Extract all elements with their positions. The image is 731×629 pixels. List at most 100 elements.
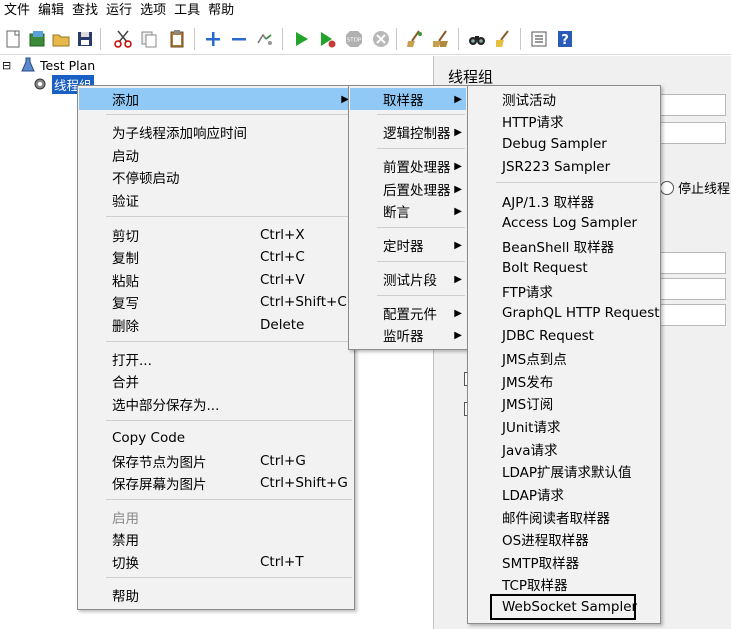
stop-icon[interactable]: STOP (343, 28, 365, 50)
templates-icon[interactable] (26, 28, 48, 50)
expand-icon[interactable] (202, 28, 224, 50)
sampler-item[interactable]: AJP/1.3 取样器 (469, 190, 659, 212)
sampler-item[interactable]: LDAP请求 (469, 483, 659, 505)
submenu-arrow-icon: ▶ (454, 329, 462, 341)
menu-edit[interactable]: 编辑 (34, 0, 68, 22)
sampler-item[interactable]: JMS发布 (469, 370, 659, 392)
menu-run[interactable]: 运行 (102, 0, 136, 22)
menu-help[interactable]: 帮助 (204, 0, 238, 22)
menu-item-save-selection-as[interactable]: 选中部分保存为... (79, 393, 353, 415)
submenu-item-logic-controller[interactable]: 逻辑控制器 ▶ (350, 121, 466, 143)
new-icon[interactable] (2, 28, 24, 50)
submenu-arrow-icon: ▶ (454, 205, 462, 217)
sampler-item[interactable]: JDBC Request (469, 325, 659, 347)
submenu-item-test-fragment[interactable]: 测试片段 ▶ (350, 268, 466, 290)
menu-item-toggle[interactable]: 切换 Ctrl+T (79, 551, 353, 573)
sampler-item[interactable]: 测试活动 (469, 88, 659, 110)
function-helper-icon[interactable] (528, 28, 550, 50)
clear-icon[interactable] (404, 28, 426, 50)
submenu-item-config-element[interactable]: 配置元件 ▶ (350, 302, 466, 324)
sampler-item[interactable]: Access Log Sampler (469, 212, 659, 234)
tree-node-label: Test Plan (40, 57, 96, 73)
submenu-item-timer[interactable]: 定时器 ▶ (350, 234, 466, 256)
sampler-item[interactable]: LDAP扩展请求默认值 (469, 460, 659, 482)
cut-icon[interactable] (112, 28, 134, 50)
collapse-toggle[interactable]: ⊟ (2, 59, 16, 72)
submenu-arrow-icon: ▶ (454, 93, 462, 105)
submenu-arrow-icon: ▶ (454, 126, 462, 138)
menu-item-add[interactable]: 添加 ▶ (79, 88, 353, 110)
save-icon[interactable] (74, 28, 96, 50)
sampler-item[interactable]: Bolt Request (469, 257, 659, 279)
sampler-item[interactable]: JMS订阅 (469, 392, 659, 414)
start-icon[interactable] (290, 28, 312, 50)
sampler-submenu: 测试活动 HTTP请求 Debug Sampler JSR223 Sampler… (467, 85, 661, 624)
svg-text:?: ? (561, 33, 569, 48)
reset-search-icon[interactable] (492, 28, 514, 50)
sampler-item[interactable]: BeanShell 取样器 (469, 235, 659, 257)
menu-item-merge[interactable]: 合并 (79, 370, 353, 392)
tree-node-test-plan[interactable]: ⊟ Test Plan (0, 56, 95, 74)
highlight-box (490, 594, 636, 620)
sampler-item[interactable]: JUnit请求 (469, 415, 659, 437)
sampler-item[interactable]: OS进程取样器 (469, 528, 659, 550)
menu-item-save-node-image[interactable]: 保存节点为图片 Ctrl+G (79, 450, 353, 472)
menu-search[interactable]: 查找 (68, 0, 102, 22)
stop-thread-radio[interactable] (660, 180, 674, 195)
sampler-item[interactable]: JMS点到点 (469, 347, 659, 369)
menu-item-paste[interactable]: 粘贴 Ctrl+V (79, 269, 353, 291)
sampler-item[interactable]: SMTP取样器 (469, 551, 659, 573)
stop-thread-option[interactable]: 停止线程 (660, 178, 730, 197)
menu-item-validate[interactable]: 验证 (79, 189, 353, 211)
panel-title: 线程组 (448, 68, 494, 86)
submenu-item-assertion[interactable]: 断言 ▶ (350, 200, 466, 222)
sampler-item[interactable]: TCP取样器 (469, 573, 659, 595)
search-icon[interactable] (466, 28, 488, 50)
submenu-item-listener[interactable]: 监听器 ▶ (350, 324, 466, 346)
submenu-arrow-icon: ▶ (454, 183, 462, 195)
menu-file[interactable]: 文件 (0, 0, 34, 22)
sampler-item[interactable]: Debug Sampler (469, 133, 659, 155)
submenu-arrow-icon: ▶ (454, 273, 462, 285)
stop-thread-label: 停止线程 (678, 182, 731, 197)
submenu-item-post-processor[interactable]: 后置处理器 ▶ (350, 178, 466, 200)
sampler-item[interactable]: HTTP请求 (469, 110, 659, 132)
menu-item-start[interactable]: 启动 (79, 144, 353, 166)
menu-options[interactable]: 选项 (136, 0, 170, 22)
sampler-item[interactable]: Java请求 (469, 438, 659, 460)
menu-bar: 文件 编辑 查找 运行 选项 工具 帮助 (0, 0, 731, 22)
sampler-item[interactable]: FTP请求 (469, 280, 659, 302)
start-no-pause-icon[interactable] (316, 28, 338, 50)
toolbar: STOP ? (0, 24, 731, 55)
menu-item-start-no-pause[interactable]: 不停顿启动 (79, 166, 353, 188)
open-icon[interactable] (50, 28, 72, 50)
menu-item-delete[interactable]: 删除 Delete (79, 314, 353, 336)
copy-icon[interactable] (138, 28, 160, 50)
submenu-arrow-icon: ▶ (454, 160, 462, 172)
menu-item-enable: 启用 (112, 511, 139, 527)
submenu-arrow-icon: ▶ (454, 307, 462, 319)
submenu-item-sampler[interactable]: 取样器 ▶ (350, 88, 466, 110)
context-menu: 添加 ▶ 为子线程添加响应时间 启动 不停顿启动 验证 剪切 Ctrl+X 复制 C… (77, 85, 355, 610)
menu-item-save-screen-image[interactable]: 保存屏幕为图片 Ctrl+Shift+G (79, 472, 353, 494)
sampler-item[interactable]: JSR223 Sampler (469, 156, 659, 178)
help-icon[interactable]: ? (554, 28, 576, 50)
paste-icon[interactable] (166, 28, 188, 50)
menu-item-copy-code[interactable]: Copy Code (79, 427, 353, 449)
sampler-item[interactable]: GraphQL HTTP Request (469, 302, 660, 324)
collapse-icon[interactable] (228, 28, 250, 50)
menu-tools[interactable]: 工具 (170, 0, 204, 22)
clear-all-icon[interactable] (430, 28, 452, 50)
menu-item-copy[interactable]: 复制 Ctrl+C (79, 246, 353, 268)
sampler-item[interactable]: 邮件阅读者取样器 (469, 506, 659, 528)
menu-item-help[interactable]: 帮助 (79, 584, 353, 606)
shutdown-icon[interactable] (370, 28, 392, 50)
menu-item-cut[interactable]: 剪切 Ctrl+X (79, 224, 353, 246)
submenu-item-pre-processor[interactable]: 前置处理器 ▶ (350, 155, 466, 177)
gear-icon (32, 76, 48, 92)
menu-item-add-response-time[interactable]: 为子线程添加响应时间 (79, 121, 353, 143)
toggle-icon[interactable] (254, 28, 276, 50)
menu-item-disable[interactable]: 禁用 (79, 528, 353, 550)
menu-item-duplicate[interactable]: 复写 Ctrl+Shift+C (79, 291, 353, 313)
menu-item-open[interactable]: 打开... (79, 348, 353, 370)
